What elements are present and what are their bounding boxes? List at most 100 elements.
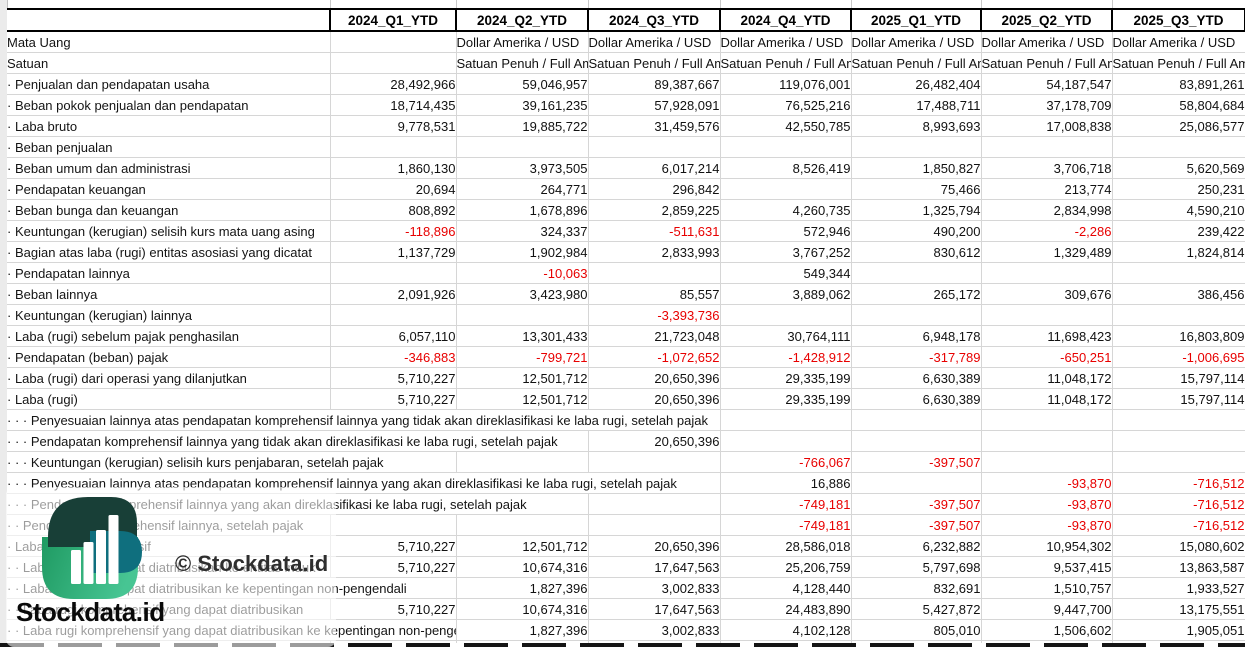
value-cell[interactable] xyxy=(330,31,457,53)
value-cell[interactable] xyxy=(851,136,982,158)
value-cell[interactable]: 4,590,210 xyxy=(1112,199,1245,221)
value-cell[interactable]: 30,764,111 xyxy=(720,325,852,347)
value-cell[interactable]: 4,260,735 xyxy=(720,199,852,221)
value-cell[interactable] xyxy=(456,136,589,158)
row-label-cell[interactable]: Mata Uang xyxy=(7,31,331,53)
row-label-cell[interactable]: · Keuntungan (kerugian) selisih kurs mat… xyxy=(7,220,331,242)
value-cell[interactable]: 17,647,563 xyxy=(588,556,721,578)
value-cell[interactable]: -766,067 xyxy=(720,451,852,473)
value-cell[interactable]: 832,691 xyxy=(851,577,982,599)
value-cell[interactable]: 15,797,114 xyxy=(1112,388,1245,410)
value-cell[interactable]: 1,678,896 xyxy=(456,199,589,221)
value-cell[interactable]: Dollar Amerika / USD xyxy=(456,31,589,53)
value-cell[interactable]: -93,870 xyxy=(981,472,1113,494)
value-cell[interactable]: Satuan Penuh / Full Amount xyxy=(981,52,1113,74)
value-cell[interactable]: 2,091,926 xyxy=(330,283,457,305)
value-cell[interactable]: 1,824,814 xyxy=(1112,241,1245,263)
row-label-cell[interactable]: · Laba bruto xyxy=(7,115,331,137)
value-cell[interactable]: Dollar Amerika / USD xyxy=(720,31,852,53)
value-cell[interactable]: 3,973,505 xyxy=(456,157,589,179)
column-header-2024_Q4_YTD[interactable]: 2024_Q4_YTD xyxy=(719,8,852,32)
value-cell[interactable] xyxy=(330,514,457,536)
value-cell[interactable]: 37,178,709 xyxy=(981,94,1113,116)
value-cell[interactable]: 20,694 xyxy=(330,178,457,200)
value-cell[interactable]: 20,650,396 xyxy=(588,430,721,452)
value-cell[interactable]: 2,859,225 xyxy=(588,199,721,221)
value-cell[interactable]: 4,128,440 xyxy=(720,577,852,599)
value-cell[interactable]: -511,631 xyxy=(588,220,721,242)
value-cell[interactable]: 26,482,404 xyxy=(851,73,982,95)
value-cell[interactable]: 5,710,227 xyxy=(330,535,457,557)
row-label-cell[interactable]: · · · Keuntungan (kerugian) selisih kurs… xyxy=(7,451,457,473)
value-cell[interactable] xyxy=(981,430,1113,452)
value-cell[interactable]: 5,710,227 xyxy=(330,598,457,620)
value-cell[interactable] xyxy=(588,493,721,515)
value-cell[interactable]: 5,797,698 xyxy=(851,556,982,578)
value-cell[interactable]: 3,706,718 xyxy=(981,157,1113,179)
value-cell[interactable]: -1,006,695 xyxy=(1112,346,1245,368)
value-cell[interactable] xyxy=(720,136,852,158)
value-cell[interactable]: 28,492,966 xyxy=(330,73,457,95)
value-cell[interactable]: 808,892 xyxy=(330,199,457,221)
value-cell[interactable] xyxy=(720,430,852,452)
value-cell[interactable]: 16,803,809 xyxy=(1112,325,1245,347)
row-label-cell[interactable]: · Penjualan dan pendapatan usaha xyxy=(7,73,331,95)
value-cell[interactable]: -397,507 xyxy=(851,514,982,536)
row-label-cell[interactable]: · · · Pendapatan komprehensif lainnya ya… xyxy=(7,430,589,452)
column-header-2025_Q2_YTD[interactable]: 2025_Q2_YTD xyxy=(980,8,1113,32)
value-cell[interactable]: 3,767,252 xyxy=(720,241,852,263)
value-cell[interactable]: 1,510,757 xyxy=(981,577,1113,599)
value-cell[interactable]: 309,676 xyxy=(981,283,1113,305)
value-cell[interactable] xyxy=(851,409,982,431)
value-cell[interactable] xyxy=(456,451,589,473)
row-label-cell[interactable]: · Laba (rugi) dari operasi yang dilanjut… xyxy=(7,367,331,389)
value-cell[interactable]: 9,778,531 xyxy=(330,115,457,137)
value-cell[interactable]: 6,232,882 xyxy=(851,535,982,557)
value-cell[interactable]: Satuan Penuh / Full Amount xyxy=(720,52,852,74)
value-cell[interactable]: 17,647,563 xyxy=(588,598,721,620)
value-cell[interactable]: 5,710,227 xyxy=(330,388,457,410)
value-cell[interactable]: 265,172 xyxy=(851,283,982,305)
column-header-2025_Q3_YTD[interactable]: 2025_Q3_YTD xyxy=(1111,8,1245,32)
value-cell[interactable] xyxy=(330,262,457,284)
value-cell[interactable]: 3,889,062 xyxy=(720,283,852,305)
value-cell[interactable]: -716,512 xyxy=(1112,472,1245,494)
value-cell[interactable]: 250,231 xyxy=(1112,178,1245,200)
value-cell[interactable]: 5,710,227 xyxy=(330,556,457,578)
value-cell[interactable]: -3,393,736 xyxy=(588,304,721,326)
value-cell[interactable]: 12,501,712 xyxy=(456,388,589,410)
value-cell[interactable]: 13,175,551 xyxy=(1112,598,1245,620)
value-cell[interactable]: -650,251 xyxy=(981,346,1113,368)
value-cell[interactable]: 8,993,693 xyxy=(851,115,982,137)
value-cell[interactable]: 296,842 xyxy=(588,178,721,200)
value-cell[interactable] xyxy=(456,304,589,326)
value-cell[interactable]: -118,896 xyxy=(330,220,457,242)
value-cell[interactable]: 15,080,602 xyxy=(1112,535,1245,557)
value-cell[interactable]: 18,714,435 xyxy=(330,94,457,116)
value-cell[interactable]: 29,335,199 xyxy=(720,367,852,389)
value-cell[interactable]: 1,325,794 xyxy=(851,199,982,221)
value-cell[interactable]: -749,181 xyxy=(720,514,852,536)
value-cell[interactable]: 10,674,316 xyxy=(456,556,589,578)
value-cell[interactable] xyxy=(851,430,982,452)
value-cell[interactable]: 1,506,602 xyxy=(981,619,1113,641)
value-cell[interactable]: 28,586,018 xyxy=(720,535,852,557)
value-cell[interactable]: Dollar Amerika / USD xyxy=(1112,31,1245,53)
value-cell[interactable]: 59,046,957 xyxy=(456,73,589,95)
row-label-cell[interactable]: · Beban pokok penjualan dan pendapatan xyxy=(7,94,331,116)
value-cell[interactable]: -716,512 xyxy=(1112,493,1245,515)
value-cell[interactable]: -1,072,652 xyxy=(588,346,721,368)
value-cell[interactable]: 13,863,587 xyxy=(1112,556,1245,578)
value-cell[interactable]: -10,063 xyxy=(456,262,589,284)
value-cell[interactable] xyxy=(851,472,982,494)
value-cell[interactable] xyxy=(981,409,1113,431)
value-cell[interactable]: 10,674,316 xyxy=(456,598,589,620)
value-cell[interactable]: 20,650,396 xyxy=(588,388,721,410)
value-cell[interactable]: 39,161,235 xyxy=(456,94,589,116)
row-label-cell[interactable]: Satuan xyxy=(7,52,331,74)
value-cell[interactable]: 11,048,172 xyxy=(981,367,1113,389)
value-cell[interactable]: -397,507 xyxy=(851,451,982,473)
value-cell[interactable]: 42,550,785 xyxy=(720,115,852,137)
value-cell[interactable]: 8,526,419 xyxy=(720,157,852,179)
value-cell[interactable]: Dollar Amerika / USD xyxy=(981,31,1113,53)
